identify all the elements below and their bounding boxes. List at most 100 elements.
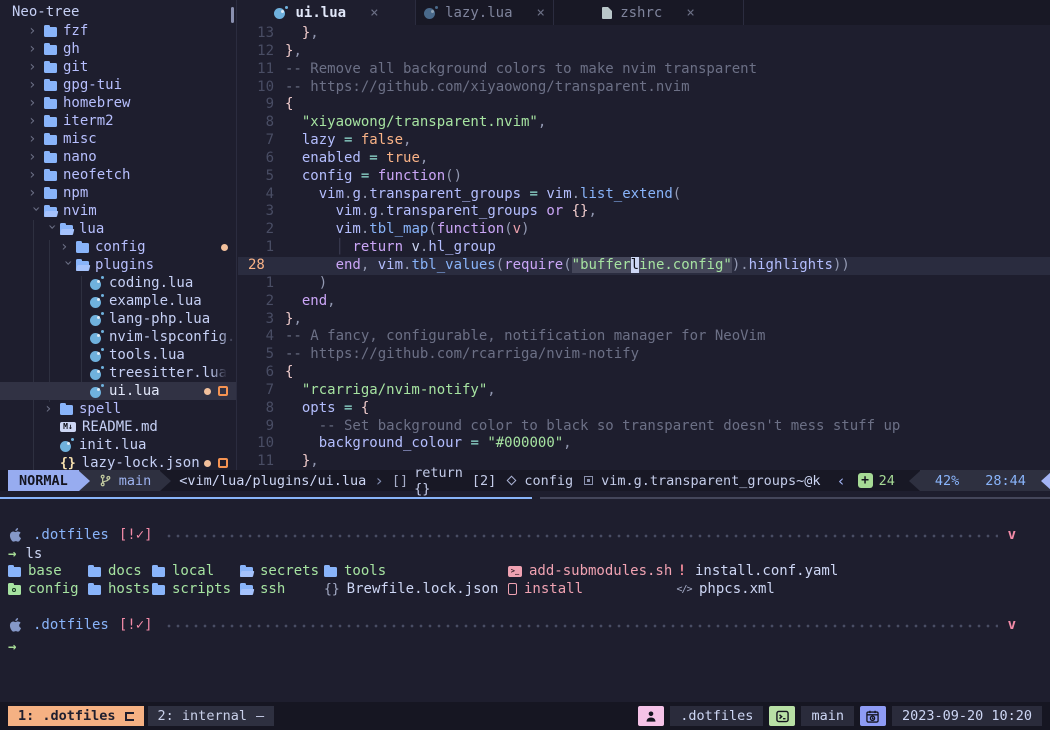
ls-item-scripts[interactable]: scripts: [152, 580, 231, 598]
tree-item-README.md[interactable]: M↓README.md: [0, 418, 236, 436]
tree-item-lua[interactable]: ›lua: [0, 220, 236, 238]
tree-item-tools.lua[interactable]: tools.lua: [0, 346, 236, 364]
tree-item-label: nvim-lspconfig.: [109, 329, 235, 345]
ls-item-secrets[interactable]: secrets: [240, 562, 319, 580]
tree-item-example.lua[interactable]: example.lua: [0, 292, 236, 310]
git-status-markers: [221, 238, 228, 256]
code-line: 8 "xiyaowong/transparent.nvim",: [238, 114, 1050, 132]
modified-dot-icon: [204, 388, 211, 395]
close-icon[interactable]: ×: [370, 5, 378, 21]
code-line: 4 vim.g.transparent_groups = vim.list_ex…: [238, 186, 1050, 204]
shell-prompt: .dotfiles[!✓]v: [0, 526, 1050, 544]
ls-item-label: docs: [108, 563, 142, 579]
neotree-scrollbar[interactable]: [231, 7, 234, 23]
ls-item-ssh[interactable]: ssh: [240, 580, 319, 598]
syntax-token: (: [563, 257, 571, 273]
syntax-token: "buffer: [572, 257, 631, 273]
tree-item-nvim-lspconfig.[interactable]: nvim-lspconfig.: [0, 328, 236, 346]
shell-pane[interactable]: .dotfiles[!✓]v → ls baseconfig docs hostsl…: [0, 500, 1050, 702]
tree-item-ui.lua[interactable]: ui.lua: [0, 382, 236, 400]
tmux-statusbar-right: .dotfiles main 2023-09-20 10:20: [638, 706, 1042, 726]
tree-item-homebrew[interactable]: ›homebrew: [0, 94, 236, 112]
tree-item-fzf[interactable]: ›fzf: [0, 22, 236, 40]
tree-item-lang-php.lua[interactable]: lang-php.lua: [0, 310, 236, 328]
ls-item-tools[interactable]: tools: [324, 562, 498, 580]
code-text: opts = {: [285, 400, 369, 418]
powerline-arrow: [909, 470, 920, 491]
tree-item-nvim[interactable]: ›nvim: [0, 202, 236, 220]
tree-item-treesitter.lua[interactable]: treesitter.lua: [0, 364, 236, 382]
code-text: -- A fancy, configurable, notification m…: [285, 328, 765, 346]
prompt-arrow-icon: →: [8, 639, 16, 655]
tab-zshrc[interactable]: zshrc×: [554, 0, 744, 25]
file-icon: [508, 583, 517, 595]
tmux-window-1-dotfiles[interactable]: 1: .dotfiles: [8, 706, 144, 726]
tree-item-config[interactable]: ›config: [0, 238, 236, 256]
ls-item-label: hosts: [108, 581, 150, 597]
ls-item-Brewfile.lock.json[interactable]: {}Brewfile.lock.json: [324, 580, 498, 598]
chevron-right-icon: ›: [28, 77, 44, 93]
tree-item-misc[interactable]: ›misc: [0, 130, 236, 148]
line-number: 9: [238, 96, 285, 114]
tree-item-nano[interactable]: ›nano: [0, 148, 236, 166]
syntax-token: ).: [732, 257, 749, 273]
tab-ui.lua[interactable]: ui.lua×: [238, 0, 416, 25]
tree-item-lazy-lock.json[interactable]: {}lazy-lock.json: [0, 454, 236, 470]
syntax-token: background_colour: [285, 435, 462, 451]
syntax-token: -- A fancy, configurable, notification m…: [285, 328, 765, 344]
close-icon[interactable]: ×: [537, 5, 545, 21]
tab-lazy.lua[interactable]: lazy.lua×: [416, 0, 554, 25]
pending-keys: ~@k: [796, 470, 820, 491]
tree-item-spell[interactable]: ›spell: [0, 400, 236, 418]
ls-item-install.conf.yaml[interactable]: !install.conf.yaml: [676, 562, 838, 580]
editor-buffer[interactable]: 13 },12},11-- Remove all background colo…: [238, 25, 1050, 471]
code-line: 6{: [238, 364, 1050, 382]
line-number: 3: [238, 203, 285, 221]
tree-item-gpg-tui[interactable]: ›gpg-tui: [0, 76, 236, 94]
ls-item-install[interactable]: install: [508, 580, 672, 598]
code-text: "xiyaowong/transparent.nvim",: [285, 114, 546, 132]
tree-item-plugins[interactable]: ›plugins: [0, 256, 236, 274]
neotree-sidebar[interactable]: Neo-tree ›fzf›gh›git›gpg-tui›homebrew›it…: [0, 0, 237, 470]
chevron-right-icon: ›: [28, 131, 44, 147]
line-number: 11: [238, 61, 285, 79]
session-icon-badge: [638, 706, 664, 726]
syntax-token: list_extend: [580, 186, 673, 202]
syntax-token: function: [437, 221, 504, 237]
ls-item-local[interactable]: local: [152, 562, 231, 580]
tree-item-gh[interactable]: ›gh: [0, 40, 236, 58]
tree-item-label: iterm2: [63, 113, 114, 129]
tmux-window-2-internal[interactable]: 2: internal–: [148, 706, 275, 726]
ls-item-add-submodules.sh[interactable]: >_add-submodules.sh: [508, 562, 672, 580]
tmux-session: Neo-tree ›fzf›gh›git›gpg-tui›homebrew›it…: [0, 0, 1050, 730]
tree-item-label: nvim: [63, 203, 97, 219]
tree-item-label: git: [63, 59, 88, 75]
ls-item-base[interactable]: base: [8, 562, 79, 580]
syntax-token: ,: [327, 293, 335, 309]
ls-column: !install.conf.yaml</>phpcs.xml: [676, 562, 838, 598]
tree-item-init.lua[interactable]: init.lua: [0, 436, 236, 454]
ls-item-hosts[interactable]: hosts: [88, 580, 150, 598]
syntax-token: tbl_values: [411, 257, 495, 273]
syntax-token: end: [285, 257, 361, 273]
tmux-pane-border[interactable]: [0, 497, 1050, 499]
tree-item-iterm2[interactable]: ›iterm2: [0, 112, 236, 130]
close-icon[interactable]: ×: [686, 5, 694, 21]
branch-name: main: [119, 473, 152, 489]
code-text: vim.tbl_map(function(v): [285, 221, 530, 239]
command-line: → ls: [0, 545, 1050, 563]
tree-item-label: lang-php.lua: [109, 311, 210, 327]
tree-item-neofetch[interactable]: ›neofetch: [0, 166, 236, 184]
ls-item-phpcs.xml[interactable]: </>phpcs.xml: [676, 580, 838, 598]
syntax-token: opts: [285, 400, 336, 416]
tree-item-npm[interactable]: ›npm: [0, 184, 236, 202]
tree-item-coding.lua[interactable]: coding.lua: [0, 274, 236, 292]
bufferline-tabbar: ui.lua×lazy.lua×zshrc×: [238, 0, 1050, 25]
prompt-fill-dots: [165, 527, 998, 544]
code-text: },: [285, 43, 302, 61]
ls-item-config[interactable]: config: [8, 580, 79, 598]
ls-item-docs[interactable]: docs: [88, 562, 150, 580]
cursor-line[interactable]: →: [0, 638, 1050, 656]
tmux-window-label: 1: .dotfiles: [18, 708, 116, 724]
tree-item-git[interactable]: ›git: [0, 58, 236, 76]
